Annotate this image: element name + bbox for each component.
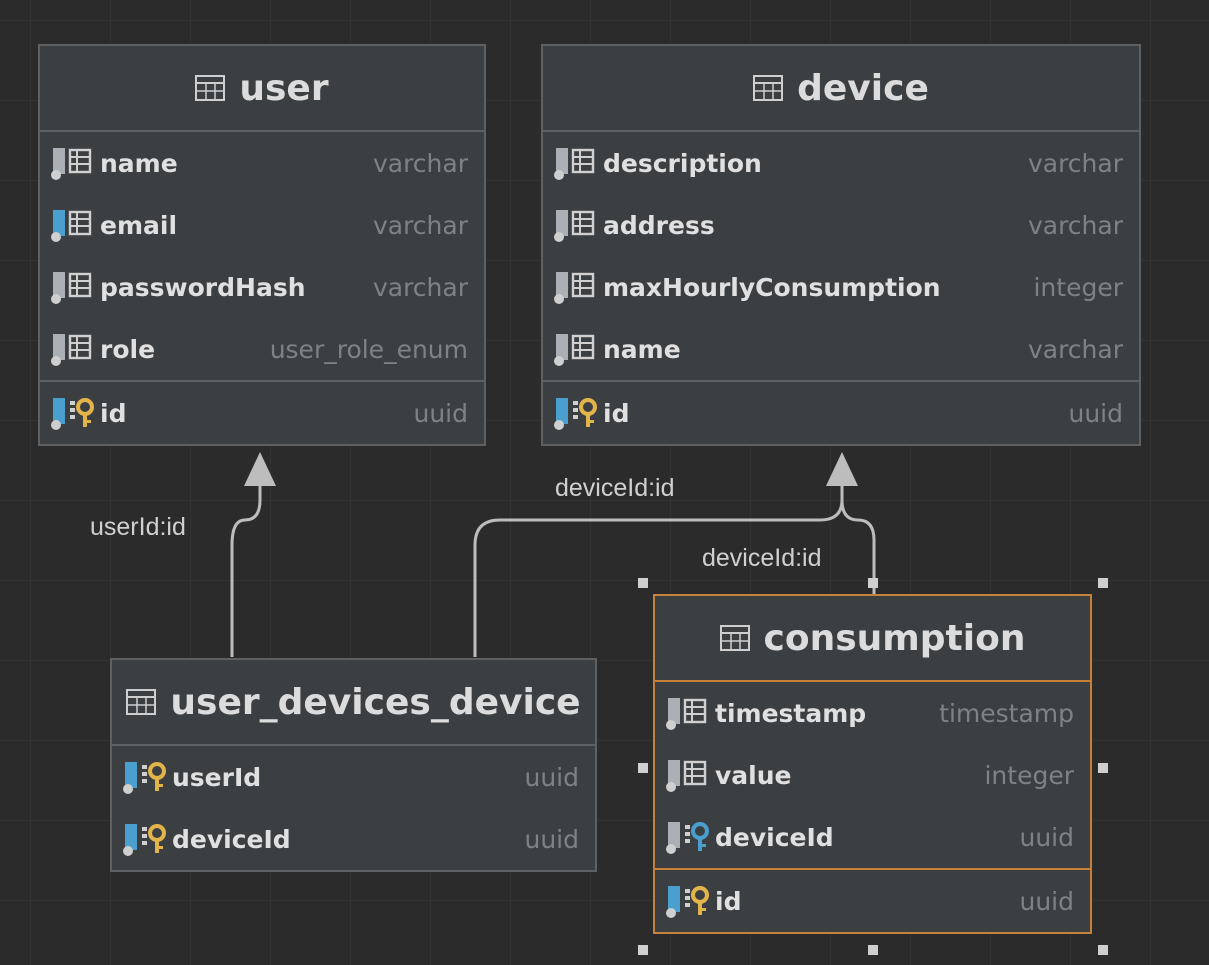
edge-user-devices-to-user [230, 478, 262, 657]
column-row-userid[interactable]: userId uuid [112, 746, 595, 808]
column-icon [665, 696, 709, 730]
resize-handle-bottom-center[interactable] [868, 945, 878, 955]
column-name: name [100, 148, 178, 178]
column-icon [50, 146, 94, 180]
column-row-value[interactable]: value integer [655, 744, 1090, 806]
column-row-id[interactable]: id uuid [40, 382, 484, 444]
resize-handle-middle-right[interactable] [1098, 763, 1108, 773]
table-title: user [239, 67, 329, 109]
resize-handle-top-left[interactable] [638, 578, 648, 588]
primary-key-column-icon [553, 396, 597, 430]
column-row-name[interactable]: name varchar [40, 132, 484, 194]
column-icon [50, 270, 94, 304]
column-type: uuid [1068, 398, 1123, 428]
column-type: varchar [1027, 210, 1123, 240]
column-name: maxHourlyConsumption [603, 272, 941, 302]
column-icon [553, 208, 597, 242]
column-icon [50, 332, 94, 366]
column-row-passwordhash[interactable]: passwordHash varchar [40, 256, 484, 318]
relation-label-consumption: deviceId:id [702, 544, 822, 572]
column-row-email[interactable]: email varchar [40, 194, 484, 256]
column-row-role[interactable]: role user_role_enum [40, 318, 484, 380]
table-icon [126, 689, 157, 715]
table-header: user_devices_device [112, 660, 595, 746]
column-icon [553, 332, 597, 366]
column-row-deviceid[interactable]: deviceId uuid [655, 806, 1090, 868]
column-name: description [603, 148, 762, 178]
column-type: user_role_enum [269, 334, 468, 364]
column-type: uuid [524, 824, 579, 854]
column-name: timestamp [715, 698, 867, 728]
relation-label-user: userId:id [90, 513, 186, 541]
resize-handle-bottom-right[interactable] [1098, 945, 1108, 955]
column-row-name[interactable]: name varchar [543, 318, 1139, 380]
column-type: uuid [1019, 822, 1074, 852]
column-type: varchar [1027, 148, 1123, 178]
table-user-devices-device[interactable]: user_devices_device userId uuid deviceId u… [110, 658, 597, 872]
column-row-deviceid[interactable]: deviceId uuid [112, 808, 595, 870]
column-name: address [603, 210, 715, 240]
column-name: id [715, 886, 742, 916]
column-type: timestamp [939, 698, 1074, 728]
table-user[interactable]: user name varchar email varchar passwordHa… [38, 44, 486, 446]
resize-handle-middle-left[interactable] [638, 763, 648, 773]
column-name: id [100, 398, 127, 428]
column-name: value [715, 760, 792, 790]
column-row-id[interactable]: id uuid [655, 870, 1090, 932]
column-name: id [603, 398, 630, 428]
column-type: varchar [372, 272, 468, 302]
column-type: uuid [413, 398, 468, 428]
column-name: deviceId [715, 822, 834, 852]
edge-consumption-to-device [840, 478, 876, 594]
table-title: device [797, 67, 929, 109]
column-type: integer [984, 760, 1074, 790]
table-icon [719, 625, 750, 651]
foreign-key-column-icon [665, 820, 709, 854]
primary-key-column-icon [122, 760, 166, 794]
column-type: uuid [524, 762, 579, 792]
column-name: role [100, 334, 156, 364]
column-type: integer [1033, 272, 1123, 302]
table-header: device [543, 46, 1139, 132]
column-name: email [100, 210, 178, 240]
column-type: varchar [372, 210, 468, 240]
table-title: user_devices_device [170, 681, 581, 723]
column-row-address[interactable]: address varchar [543, 194, 1139, 256]
primary-key-column-icon [50, 396, 94, 430]
column-icon [553, 270, 597, 304]
primary-key-column-icon [122, 822, 166, 856]
column-type: uuid [1019, 886, 1074, 916]
table-icon [195, 75, 226, 101]
column-type: varchar [372, 148, 468, 178]
column-name: passwordHash [100, 272, 306, 302]
column-name: userId [172, 762, 262, 792]
table-header: user [40, 46, 484, 132]
resize-handle-bottom-left[interactable] [638, 945, 648, 955]
column-name: name [603, 334, 681, 364]
column-name: deviceId [172, 824, 291, 854]
column-row-timestamp[interactable]: timestamp timestamp [655, 682, 1090, 744]
resize-handle-top-center[interactable] [868, 578, 878, 588]
column-row-maxhourlyconsumption[interactable]: maxHourlyConsumption integer [543, 256, 1139, 318]
relation-label-device: deviceId:id [555, 474, 675, 502]
table-consumption[interactable]: consumption timestamp timestamp value inte… [653, 594, 1092, 934]
indexed-column-icon [50, 208, 94, 242]
diagram-canvas[interactable]: user name varchar email varchar passwordHa… [0, 0, 1209, 965]
arrowhead-device [826, 452, 858, 486]
table-device[interactable]: device description varchar address varchar… [541, 44, 1141, 446]
resize-handle-top-right[interactable] [1098, 578, 1108, 588]
arrowhead-user [244, 452, 276, 486]
column-row-id[interactable]: id uuid [543, 382, 1139, 444]
table-title: consumption [763, 617, 1026, 659]
primary-key-column-icon [665, 884, 709, 918]
column-type: varchar [1027, 334, 1123, 364]
table-icon [753, 75, 784, 101]
table-header: consumption [655, 596, 1090, 682]
column-row-description[interactable]: description varchar [543, 132, 1139, 194]
column-icon [553, 146, 597, 180]
column-icon [665, 758, 709, 792]
